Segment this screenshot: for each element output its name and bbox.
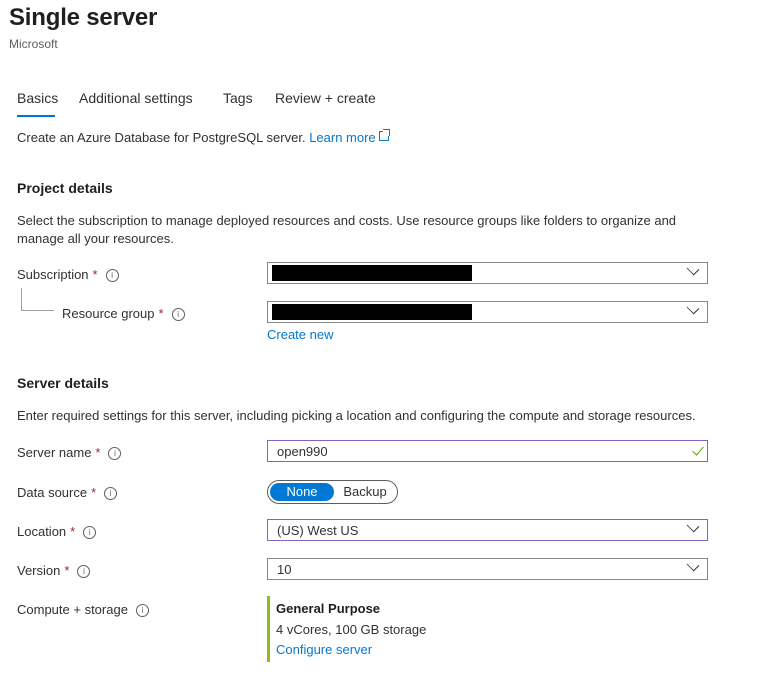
create-new-link[interactable]: Create new [267, 327, 333, 342]
data-source-option-backup[interactable]: Backup [334, 483, 396, 501]
info-icon[interactable]: i [171, 308, 185, 321]
version-label: Version * i [17, 563, 91, 578]
tab-tags[interactable]: Tags [223, 90, 253, 106]
project-details-description: Select the subscription to manage deploy… [17, 213, 677, 246]
data-source-option-none[interactable]: None [270, 483, 334, 501]
page-subtitle: Microsoft [9, 37, 58, 51]
server-name-label: Server name * i [17, 445, 122, 460]
compute-spec: 4 vCores, 100 GB storage [276, 622, 427, 637]
compute-tier: General Purpose [276, 601, 381, 616]
redacted-value [272, 304, 472, 320]
hierarchy-connector [21, 288, 54, 311]
data-source-toggle: None Backup [267, 480, 398, 504]
chevron-down-icon [686, 558, 700, 572]
chevron-down-icon [686, 301, 700, 315]
compute-accent-bar [267, 596, 270, 662]
version-dropdown[interactable]: 10 [267, 558, 708, 580]
info-icon[interactable]: i [77, 565, 91, 578]
location-dropdown[interactable]: (US) West US [267, 519, 708, 541]
intro-line: Create an Azure Database for PostgreSQL … [17, 129, 390, 145]
chevron-down-icon [686, 519, 700, 533]
learn-more-link[interactable]: Learn more [309, 129, 390, 145]
info-icon[interactable]: i [105, 269, 119, 282]
info-icon[interactable]: i [108, 447, 122, 460]
data-source-label: Data source * i [17, 485, 118, 500]
location-label: Location * i [17, 524, 97, 539]
info-icon[interactable]: i [135, 604, 149, 617]
active-tab-indicator [17, 115, 55, 117]
info-icon[interactable]: i [83, 526, 97, 539]
tab-additional-settings[interactable]: Additional settings [79, 90, 193, 106]
resource-group-dropdown[interactable] [267, 301, 708, 323]
location-value: (US) West US [277, 523, 359, 538]
tab-basics[interactable]: Basics [17, 90, 58, 106]
page-title: Single server [9, 4, 158, 31]
project-details-heading: Project details [17, 180, 113, 196]
resource-group-label: Resource group * i [62, 306, 185, 321]
server-details-description: Enter required settings for this server,… [17, 408, 696, 423]
server-name-input[interactable]: open990 [267, 440, 708, 462]
subscription-dropdown[interactable] [267, 262, 708, 284]
configure-server-link[interactable]: Configure server [276, 642, 426, 657]
server-name-value: open990 [277, 444, 328, 459]
compute-storage-label: Compute + storage i [17, 602, 149, 617]
external-link-icon [378, 129, 390, 141]
subscription-label: Subscription * i [17, 267, 119, 282]
chevron-down-icon [686, 262, 700, 276]
tab-review-create[interactable]: Review + create [275, 90, 376, 106]
server-details-heading: Server details [17, 375, 109, 391]
redacted-value [272, 265, 472, 281]
intro-text: Create an Azure Database for PostgreSQL … [17, 130, 306, 145]
info-icon[interactable]: i [104, 487, 118, 500]
compute-summary: General Purpose 4 vCores, 100 GB storage… [276, 601, 426, 657]
checkmark-icon [692, 443, 704, 456]
version-value: 10 [277, 562, 292, 577]
